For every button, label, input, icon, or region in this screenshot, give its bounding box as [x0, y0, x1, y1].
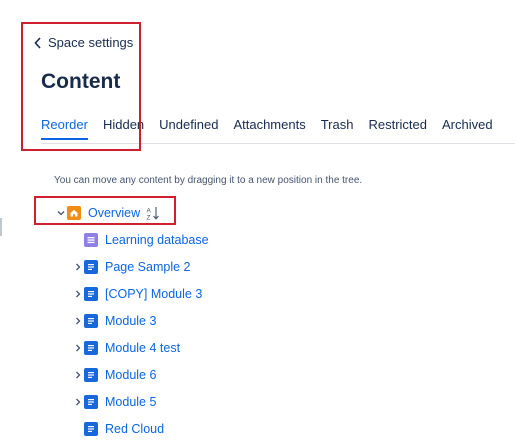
tree-item-label[interactable]: Module 3	[105, 314, 156, 328]
database-icon	[84, 233, 98, 247]
back-link[interactable]: Space settings	[34, 35, 133, 50]
page-icon	[84, 422, 98, 436]
page-title: Content	[41, 70, 121, 93]
page-icon	[84, 260, 98, 274]
page-icon	[84, 287, 98, 301]
tree-root-label[interactable]: Overview	[88, 206, 140, 220]
chevron-right-icon[interactable]	[72, 311, 84, 331]
tree-item-label[interactable]: Module 4 test	[105, 341, 180, 355]
tab-reorder[interactable]: Reorder	[41, 117, 88, 140]
tree-item-row[interactable]: Module 5	[72, 392, 156, 412]
chevron-right-icon[interactable]	[72, 338, 84, 358]
page-icon	[84, 341, 98, 355]
page-icon	[84, 368, 98, 382]
tree-item-row[interactable]: Module 6	[72, 365, 156, 385]
page-icon	[84, 314, 98, 328]
tab-trash[interactable]: Trash	[321, 117, 354, 140]
tree-item-row[interactable]: [COPY] Module 3	[72, 284, 202, 304]
tree-item-label[interactable]: Module 6	[105, 368, 156, 382]
sort-alphabetical-icon[interactable]: A Z	[146, 206, 160, 220]
content-tabs: Reorder Hidden Undefined Attachments Tra…	[41, 117, 508, 145]
tab-undefined[interactable]: Undefined	[159, 117, 218, 140]
chevron-right-icon[interactable]	[72, 284, 84, 304]
tree-item-label[interactable]: [COPY] Module 3	[105, 287, 202, 301]
tab-hidden[interactable]: Hidden	[103, 117, 144, 140]
tree-item-row[interactable]: Module 3	[72, 311, 156, 331]
tree-item-label[interactable]: Module 5	[105, 395, 156, 409]
reorder-hint: You can move any content by dragging it …	[54, 175, 363, 186]
sidebar-resize-handle[interactable]	[0, 218, 2, 236]
tree-item-row[interactable]: Module 4 test	[72, 338, 180, 358]
tree-item-label[interactable]: Learning database	[105, 233, 209, 247]
back-link-label: Space settings	[48, 35, 134, 50]
tree-item-label[interactable]: Page Sample 2	[105, 260, 190, 274]
chevron-right-icon[interactable]	[72, 365, 84, 385]
tab-attachments[interactable]: Attachments	[233, 117, 305, 140]
tab-archived[interactable]: Archived	[442, 117, 493, 140]
chevron-down-icon[interactable]	[55, 203, 67, 223]
chevron-right-icon[interactable]	[72, 257, 84, 277]
page-icon	[84, 395, 98, 409]
tree-expander-spacer	[72, 419, 84, 439]
tabs-divider	[41, 143, 515, 144]
tree-item-row[interactable]: Red Cloud	[72, 419, 164, 439]
tree-item-row[interactable]: Learning database	[72, 230, 209, 250]
svg-text:Z: Z	[147, 215, 151, 221]
tree-root-row[interactable]: Overview A Z	[55, 203, 160, 223]
tree-item-row[interactable]: Page Sample 2	[72, 257, 190, 277]
tree-item-label[interactable]: Red Cloud	[105, 422, 164, 436]
chevron-left-icon	[34, 36, 41, 49]
tree-expander-spacer	[72, 230, 84, 250]
home-icon	[67, 206, 81, 220]
svg-text:A: A	[147, 208, 152, 215]
chevron-right-icon[interactable]	[72, 392, 84, 412]
tab-restricted[interactable]: Restricted	[368, 117, 427, 140]
